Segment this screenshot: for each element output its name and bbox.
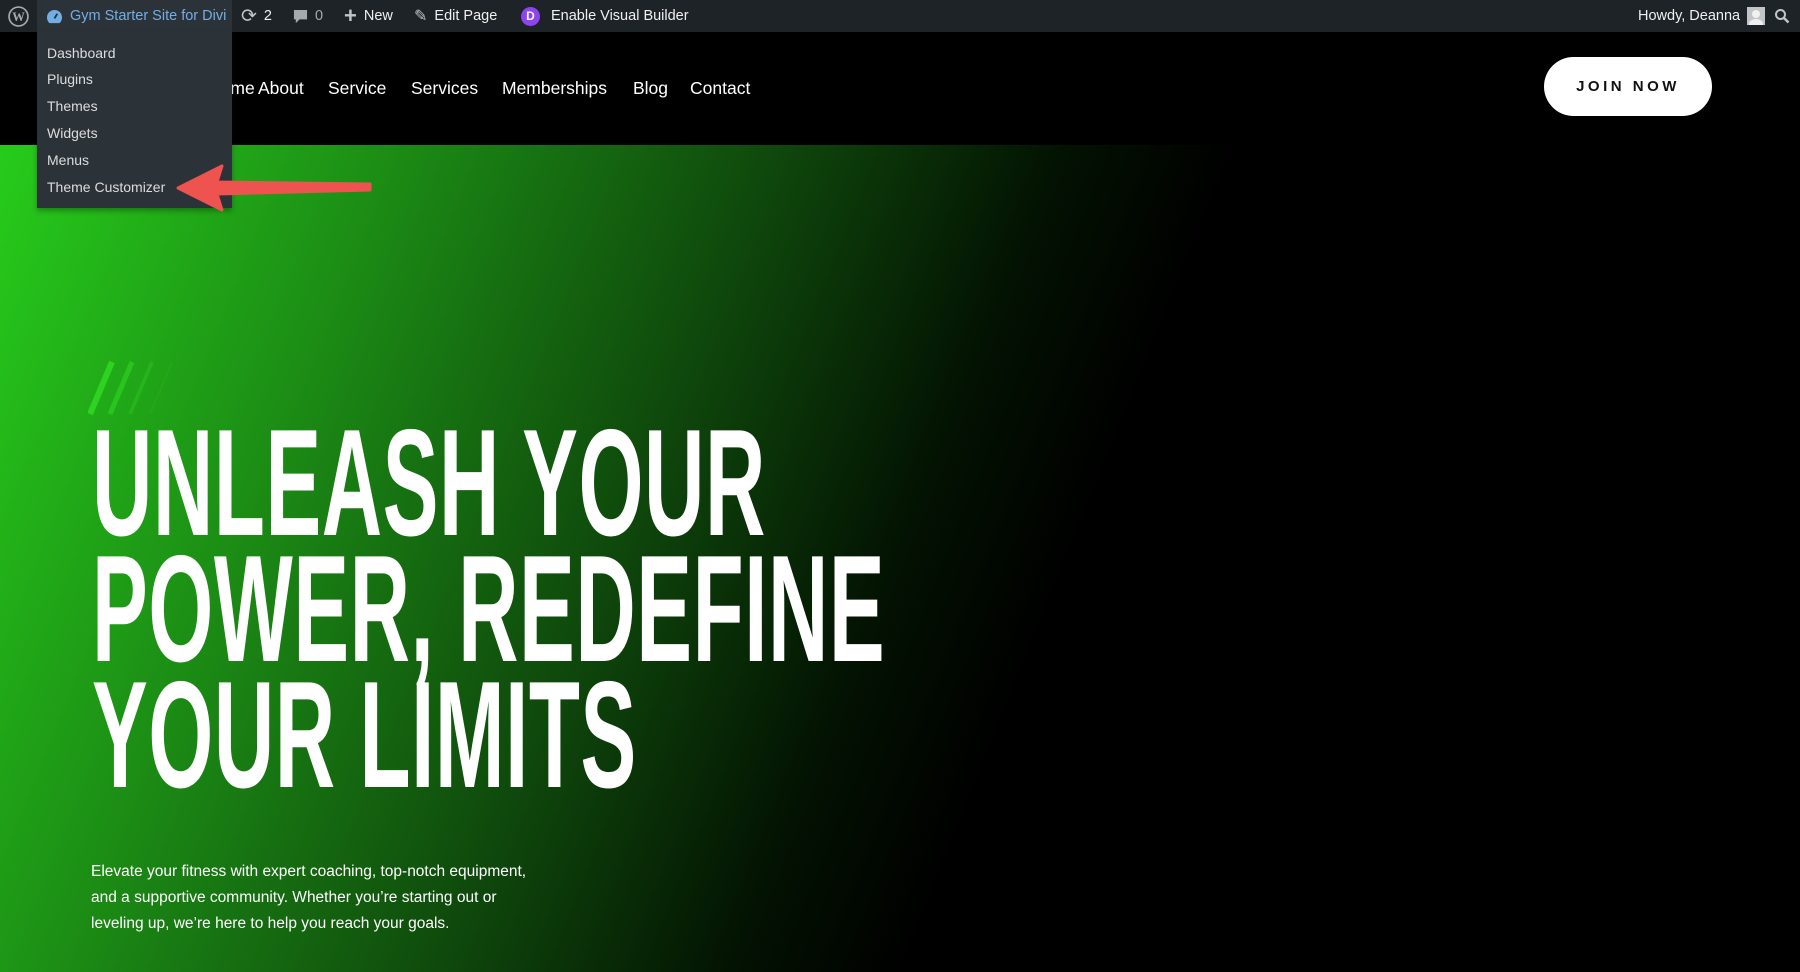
divi-logo-icon: D — [521, 6, 540, 26]
headline-line-3: YOUR LIMITS — [92, 650, 637, 820]
new-content-button[interactable]: + New — [344, 0, 393, 32]
edit-page-label: Edit Page — [434, 8, 498, 24]
comments-count: 0 — [315, 8, 324, 24]
menu-item-theme-customizer[interactable]: Theme Customizer — [47, 179, 165, 195]
paragraph-line: leveling up, we’re here to help you reac… — [91, 915, 450, 932]
svg-text:W: W — [12, 10, 25, 24]
greeting: Howdy, Deanna — [1638, 8, 1741, 24]
site-name: Gym Starter Site for Divi — [70, 8, 227, 24]
menu-item-themes[interactable]: Themes — [47, 98, 98, 114]
pencil-icon: ✎ — [414, 8, 428, 25]
refresh-icon: ⟳ — [241, 5, 257, 27]
visual-builder-label: Enable Visual Builder — [551, 8, 689, 24]
nav-services[interactable]: Services — [411, 78, 478, 99]
admin-bar: W Gym Starter Site for Divi ⟳ 2 0 + New … — [0, 0, 1800, 32]
site-name-menu[interactable]: Gym Starter Site for Divi — [37, 0, 232, 32]
search-icon[interactable] — [1774, 0, 1790, 32]
edit-page-button[interactable]: ✎ Edit Page — [414, 0, 497, 32]
menu-item-dashboard[interactable]: Dashboard — [47, 45, 116, 61]
updates-button[interactable]: ⟳ 2 — [241, 0, 272, 32]
my-account-menu[interactable]: Howdy, Deanna — [1638, 0, 1766, 32]
nav-memberships[interactable]: Memberships — [502, 78, 607, 99]
comments-button[interactable]: 0 — [293, 0, 323, 32]
enable-visual-builder-button[interactable]: D Enable Visual Builder — [521, 0, 689, 32]
nav-about[interactable]: About — [258, 78, 304, 99]
comment-icon — [293, 9, 308, 23]
new-label: New — [363, 8, 393, 24]
menu-item-menus[interactable]: Menus — [47, 152, 89, 168]
menu-item-widgets[interactable]: Widgets — [47, 125, 98, 141]
plus-icon: + — [344, 3, 357, 28]
nav-blog[interactable]: Blog — [633, 78, 668, 99]
dashboard-gauge-icon — [47, 9, 63, 23]
avatar — [1747, 7, 1766, 25]
join-now-button[interactable]: JOIN NOW — [1544, 57, 1712, 116]
wordpress-logo-icon[interactable]: W — [8, 0, 29, 32]
hero-paragraph: Elevate your fitness with expert coachin… — [91, 859, 651, 937]
annotation-arrow-icon — [176, 164, 372, 212]
paragraph-line: Elevate your fitness with expert coachin… — [91, 863, 527, 880]
nav-contact[interactable]: Contact — [690, 78, 750, 99]
paragraph-line: and a supportive community. Whether you’… — [91, 889, 497, 906]
updates-count: 2 — [263, 8, 272, 24]
nav-service[interactable]: Service — [328, 78, 386, 99]
menu-item-plugins[interactable]: Plugins — [47, 71, 93, 87]
